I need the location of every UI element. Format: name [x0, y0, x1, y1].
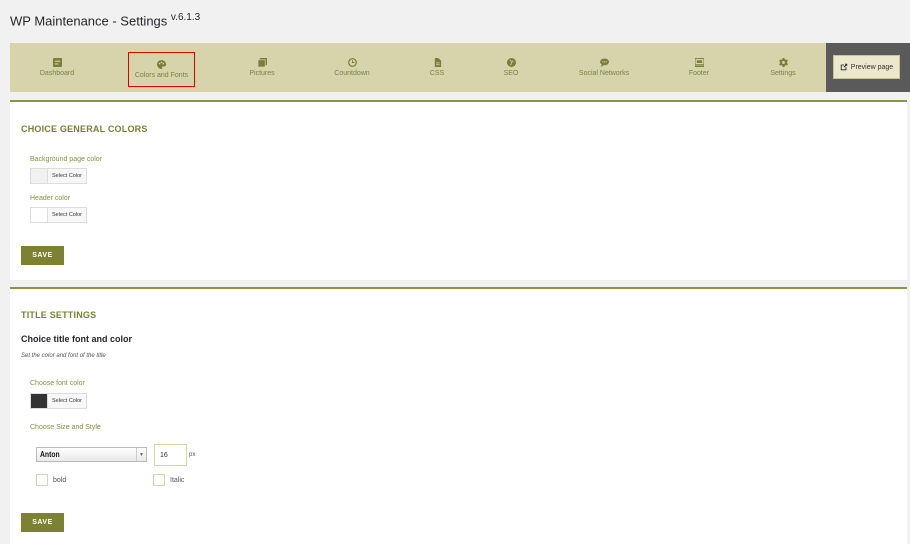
description: Set the color and font of the title: [21, 353, 106, 359]
italic-checkbox[interactable]: [153, 474, 165, 486]
gear-icon: [778, 58, 788, 67]
clock-icon: [347, 58, 357, 67]
color-swatch[interactable]: [31, 169, 47, 183]
tab-css[interactable]: CSS: [406, 43, 468, 92]
section-title: CHOICE GENERAL COLORS: [21, 124, 148, 134]
select-color-button[interactable]: Select Color: [47, 208, 86, 222]
settings-nav: Dashboard Colors and Fonts Pictures Coun…: [10, 43, 826, 92]
globe-icon: [506, 58, 516, 67]
preview-bar: Preview page: [826, 43, 910, 92]
tab-countdown[interactable]: Countdown: [320, 43, 384, 92]
tab-colors-and-fonts[interactable]: Colors and Fonts: [128, 52, 195, 87]
tab-pictures[interactable]: Pictures: [230, 43, 294, 92]
font-family-select[interactable]: Anton ▼: [36, 447, 147, 462]
color-swatch[interactable]: [31, 208, 47, 222]
tab-dashboard[interactable]: Dashboard: [24, 43, 90, 92]
bold-label: bold: [53, 477, 67, 484]
section-title: TITLE SETTINGS: [21, 310, 97, 320]
external-link-icon: [840, 63, 847, 71]
tab-seo[interactable]: SEO: [480, 43, 542, 92]
title-settings-panel: TITLE SETTINGS Choice title font and col…: [10, 287, 907, 544]
file-icon: [434, 58, 441, 67]
select-color-button[interactable]: Select Color: [47, 394, 86, 408]
header-color-label: Header color: [30, 195, 71, 202]
background-color-label: Background page color: [30, 156, 102, 163]
header-color-picker[interactable]: Select Color: [30, 207, 87, 223]
select-color-button[interactable]: Select Color: [47, 169, 86, 183]
tab-social-networks[interactable]: Social Networks: [566, 43, 642, 92]
italic-label: Italic: [170, 477, 185, 484]
chat-icon: [599, 58, 609, 67]
save-button[interactable]: SAVE: [21, 246, 64, 265]
font-size-input[interactable]: 16: [154, 444, 187, 466]
color-swatch[interactable]: [31, 394, 47, 408]
palette-icon: [157, 60, 166, 69]
font-color-label: Choose font color: [30, 380, 85, 387]
version-label: v.6.1.3: [170, 12, 201, 23]
bold-checkbox[interactable]: [36, 474, 48, 486]
page-title: WP Maintenance - Settings v.6.1.3: [10, 12, 201, 29]
save-button[interactable]: SAVE: [21, 513, 64, 532]
tab-footer[interactable]: Footer: [668, 43, 730, 92]
size-style-label: Choose Size and Style: [30, 424, 101, 431]
tab-settings[interactable]: Settings: [752, 43, 814, 92]
sub-heading: Choice title font and color: [21, 334, 133, 344]
footer-icon: [694, 58, 704, 67]
font-color-picker[interactable]: Select Color: [30, 393, 87, 409]
general-colors-panel: CHOICE GENERAL COLORS Background page co…: [10, 100, 907, 280]
chevron-down-icon: ▼: [136, 448, 146, 461]
dashboard-icon: [52, 58, 62, 67]
unit-label: px: [189, 452, 196, 458]
preview-page-button[interactable]: Preview page: [833, 55, 900, 79]
pictures-icon: [257, 58, 267, 67]
background-color-picker[interactable]: Select Color: [30, 168, 87, 184]
